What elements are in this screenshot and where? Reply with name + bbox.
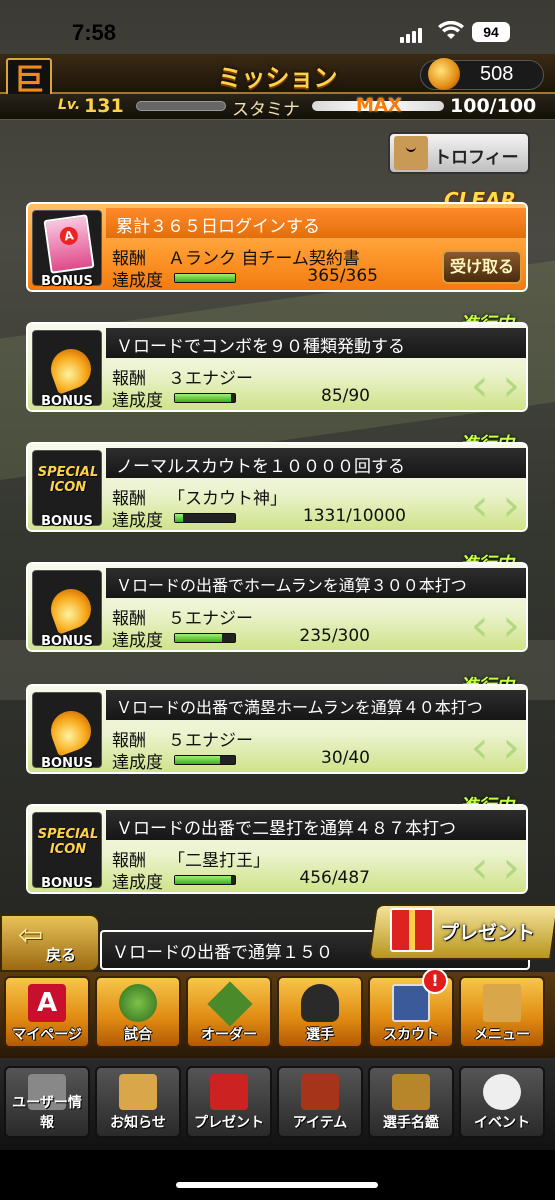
scout-card-icon (392, 984, 430, 1022)
mission-title: Ｖロードの出番でホームランを通算３００本打つ (116, 576, 467, 595)
item-book-icon (301, 1074, 339, 1110)
mission-card[interactable]: ノーマルスカウトを１００００回する SPECIAL ICON BONUS 報酬 … (26, 442, 528, 532)
mission-card[interactable]: Ｖロードの出番で二塁打を通算４８７本打つ SPECIAL ICON BONUS … (26, 804, 528, 894)
mission-title: ノーマルスカウトを１００００回する (116, 457, 405, 477)
energy-value: 508 (480, 63, 514, 85)
progress-value: 235/300 (299, 626, 370, 646)
stamina-label: スタミナ (232, 100, 300, 120)
bonus-label: BONUS (41, 394, 93, 409)
mission-title: 累計３６５日ログインする (116, 217, 320, 237)
chevron-icon: ‹ › (470, 600, 520, 651)
baseball-icon (483, 1074, 521, 1110)
bonus-label: BONUS (41, 756, 93, 771)
chevron-icon: ‹ › (470, 842, 520, 893)
battery-icon: 94 (472, 22, 510, 42)
mission-card: 累計３６５日ログインする A BONUS 報酬 Ａランク 自チーム契約書 達成度… (26, 202, 528, 292)
nav-order[interactable]: オーダー (186, 976, 272, 1048)
progress-label: 達成度 (112, 391, 163, 411)
stamina-value: 100/100 (450, 95, 537, 117)
batter-icon (392, 1074, 430, 1110)
stadium-icon (119, 984, 157, 1022)
gift-box-icon (210, 1074, 248, 1110)
news-box-icon (119, 1074, 157, 1110)
chevron-icon: ‹ › (470, 480, 520, 531)
reward-value: ５エナジー (168, 731, 253, 751)
energy-fireball-icon (45, 343, 97, 395)
clock: 7:58 (72, 20, 117, 45)
progress-gauge (174, 875, 236, 885)
nav-game[interactable]: 試合 (95, 976, 181, 1048)
progress-gauge (174, 633, 236, 643)
nav-event[interactable]: イベント (459, 1066, 545, 1138)
chevron-icon: ‹ › (470, 722, 520, 773)
mission-title: Ｖロードの出番で通算１５０ (112, 943, 333, 963)
progress-label: 達成度 (112, 753, 163, 773)
mission-card[interactable]: Ｖロードの出番でホームランを通算３００本打つ BONUS 報酬 ５エナジー 達成… (26, 562, 528, 652)
progress-label: 達成度 (112, 631, 163, 651)
cellular-signal-icon (400, 24, 424, 43)
field-icon (207, 981, 253, 1027)
player-icon (301, 984, 339, 1022)
reward-value: ５エナジー (168, 609, 253, 629)
nav-present[interactable]: プレゼント (186, 1066, 272, 1138)
progress-label: 達成度 (112, 511, 163, 531)
trophy-character-icon (394, 136, 428, 170)
present-button-label: プレゼント (440, 922, 536, 944)
gift-box-icon (390, 908, 434, 952)
progress-value: 30/40 (321, 748, 370, 768)
progress-gauge (174, 273, 236, 283)
energy-fireball-icon (45, 705, 97, 757)
menu-character-icon (483, 984, 521, 1022)
mission-title: Ｖロードの出番で満塁ホームランを通算４０本打つ (116, 698, 483, 717)
letter-a-icon: A (28, 984, 66, 1022)
progress-label: 達成度 (112, 271, 163, 291)
back-button-label: 戻る (46, 946, 77, 964)
energy-fireball-icon (428, 58, 460, 90)
nav-news[interactable]: お知らせ (95, 1066, 181, 1138)
nav-player-directory[interactable]: 選手名鑑 (368, 1066, 454, 1138)
progress-label: 達成度 (112, 873, 163, 893)
chevron-icon: ‹ › (470, 360, 520, 411)
progress-value: 365/365 (307, 266, 378, 286)
mission-title: Ｖロードでコンボを９０種類発動する (116, 337, 405, 357)
nav-mypage[interactable]: A マイページ (4, 976, 90, 1048)
notification-badge: ! (422, 968, 448, 994)
progress-value: 85/90 (321, 386, 370, 406)
nav-user-info[interactable]: ユーザー情報 (4, 1066, 90, 1138)
bonus-label: BONUS (41, 634, 93, 649)
reward-value: 「スカウト神」 (168, 489, 287, 509)
reward-value: ３エナジー (168, 369, 253, 389)
nav-player[interactable]: 選手 (277, 976, 363, 1048)
progress-gauge (174, 513, 236, 523)
bonus-label: BONUS (41, 514, 93, 529)
home-indicator[interactable] (176, 1182, 378, 1188)
progress-gauge (174, 755, 236, 765)
wifi-icon (438, 21, 464, 39)
level-label: Lv. (58, 97, 81, 113)
mission-card[interactable]: Ｖロードでコンボを９０種類発動する BONUS 報酬 ３エナジー 達成度 85/… (26, 322, 528, 412)
special-icon-badge: SPECIAL ICON (37, 827, 99, 857)
progress-value: 456/487 (299, 868, 370, 888)
back-arrow-icon: ⇦ (18, 918, 44, 953)
progress-gauge (174, 393, 236, 403)
special-icon-badge: SPECIAL ICON (37, 465, 99, 495)
stamina-max-label: MAX (356, 95, 402, 116)
bonus-label: BONUS (41, 876, 93, 891)
exp-gauge (136, 101, 226, 111)
mission-card[interactable]: Ｖロードの出番で満塁ホームランを通算４０本打つ BONUS 報酬 ５エナジー 達… (26, 684, 528, 774)
trophy-button-label: トロフィー (434, 148, 519, 168)
nav-menu[interactable]: メニュー (459, 976, 545, 1048)
level-value: 131 (84, 95, 124, 117)
receive-button[interactable]: 受け取る (442, 250, 522, 284)
home-bar (0, 1150, 555, 1200)
energy-fireball-icon (45, 583, 97, 635)
mission-title: Ｖロードの出番で二塁打を通算４８７本打つ (116, 819, 456, 839)
contract-card-icon: A (43, 214, 95, 274)
bonus-label: BONUS (41, 274, 93, 289)
reward-value: 「二塁打王」 (168, 851, 270, 871)
progress-value: 1331/10000 (302, 506, 406, 526)
nav-item[interactable]: アイテム (277, 1066, 363, 1138)
